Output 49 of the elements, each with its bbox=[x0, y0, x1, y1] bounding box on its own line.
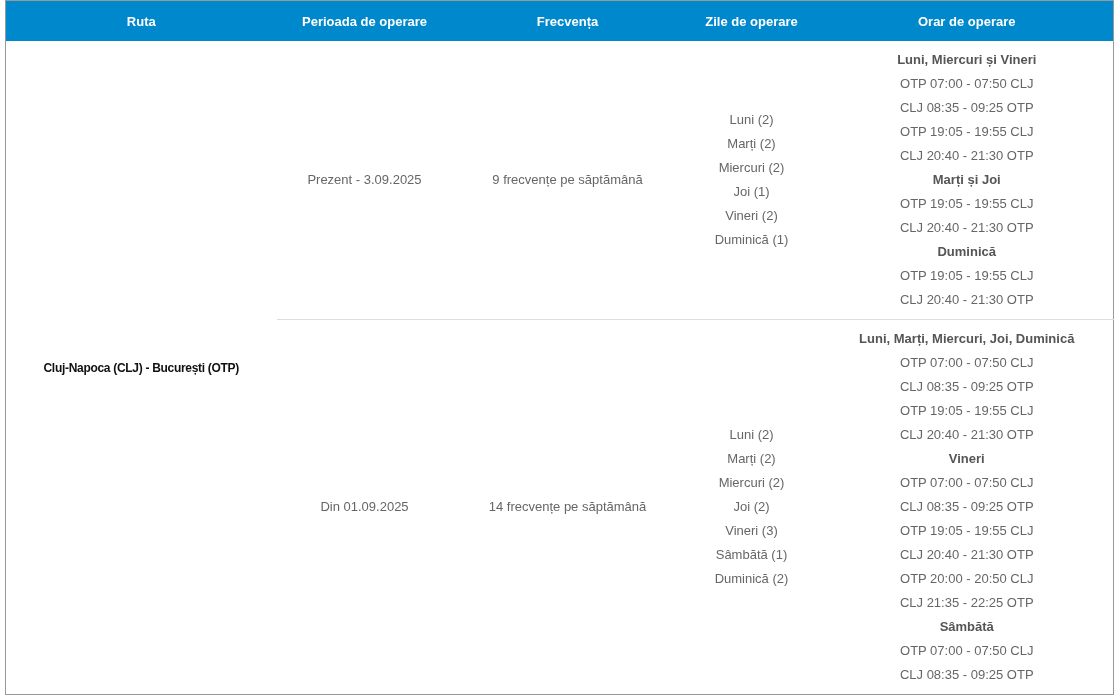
column-header: Perioada de operare bbox=[276, 0, 453, 41]
operating-day: Luni (2) bbox=[686, 423, 817, 447]
flight-time: CLJ 20:40 - 21:30 OTP bbox=[898, 426, 1035, 444]
flight-time: CLJ 08:35 - 09:25 OTP bbox=[898, 378, 1035, 396]
days-heading: Vineri bbox=[947, 450, 986, 468]
days-heading: Luni, Miercuri și Vineri bbox=[896, 51, 1038, 69]
operating-day: Joi (1) bbox=[686, 180, 817, 204]
operating-day: Miercuri (2) bbox=[686, 471, 817, 495]
column-header: Zile de operare bbox=[682, 0, 821, 41]
flight-time: CLJ 21:35 - 22:25 OTP bbox=[898, 594, 1035, 612]
operating-day: Joi (2) bbox=[686, 495, 817, 519]
operating-day: Vineri (2) bbox=[686, 204, 817, 228]
operating-day: Marți (2) bbox=[686, 447, 817, 471]
operating-day: Duminică (2) bbox=[686, 567, 817, 591]
flight-time: OTP 07:00 - 07:50 CLJ bbox=[899, 354, 1035, 372]
route-name: Cluj-Napoca (CLJ) - București (OTP) bbox=[43, 361, 239, 375]
flight-time: OTP 20:00 - 20:50 CLJ bbox=[899, 570, 1035, 588]
operating-period: Prezent - 3.09.2025 bbox=[306, 171, 423, 189]
frequency-text: 9 frecvențe pe săptămână bbox=[491, 171, 644, 189]
operating-day: Duminică (1) bbox=[686, 228, 817, 252]
flight-time: CLJ 08:35 - 09:25 OTP bbox=[898, 498, 1035, 516]
flight-time: OTP 07:00 - 07:50 CLJ bbox=[899, 75, 1035, 93]
flight-time: OTP 19:05 - 19:55 CLJ bbox=[899, 123, 1035, 141]
flight-time: CLJ 20:40 - 21:30 OTP bbox=[898, 291, 1035, 309]
flight-time: CLJ 08:35 - 09:25 OTP bbox=[898, 666, 1035, 684]
days-heading: Duminică bbox=[936, 243, 997, 261]
frequency-text: 14 frecvențe pe săptămână bbox=[487, 498, 648, 516]
operating-day: Vineri (3) bbox=[686, 519, 817, 543]
flight-time: OTP 19:05 - 19:55 CLJ bbox=[899, 402, 1035, 420]
flight-time: CLJ 08:35 - 09:25 OTP bbox=[898, 99, 1035, 117]
column-header: Frecvența bbox=[452, 0, 683, 41]
days-heading: Luni, Marți, Miercuri, Joi, Duminică bbox=[858, 330, 1076, 348]
flight-time: CLJ 20:40 - 21:30 OTP bbox=[898, 546, 1035, 564]
flight-time: CLJ 20:40 - 21:30 OTP bbox=[898, 147, 1035, 165]
days-heading: Marți și Joi bbox=[931, 171, 1002, 189]
operating-period: Din 01.09.2025 bbox=[319, 498, 410, 516]
operating-day: Sâmbătă (1) bbox=[686, 543, 817, 567]
flight-time: OTP 07:00 - 07:50 CLJ bbox=[899, 474, 1035, 492]
column-header: Ruta bbox=[5, 0, 277, 41]
column-header: Orar de operare bbox=[820, 0, 1114, 41]
flight-time: OTP 19:05 - 19:55 CLJ bbox=[899, 522, 1035, 540]
operating-day: Luni (2) bbox=[686, 108, 817, 132]
flight-time: OTP 19:05 - 19:55 CLJ bbox=[899, 195, 1035, 213]
operating-day: Marți (2) bbox=[686, 132, 817, 156]
days-heading: Sâmbătă bbox=[938, 618, 995, 636]
flight-time: CLJ 20:40 - 21:30 OTP bbox=[898, 219, 1035, 237]
flight-time: OTP 07:00 - 07:50 CLJ bbox=[899, 642, 1035, 660]
flight-time: OTP 19:05 - 19:55 CLJ bbox=[899, 267, 1035, 285]
operating-day: Miercuri (2) bbox=[686, 156, 817, 180]
